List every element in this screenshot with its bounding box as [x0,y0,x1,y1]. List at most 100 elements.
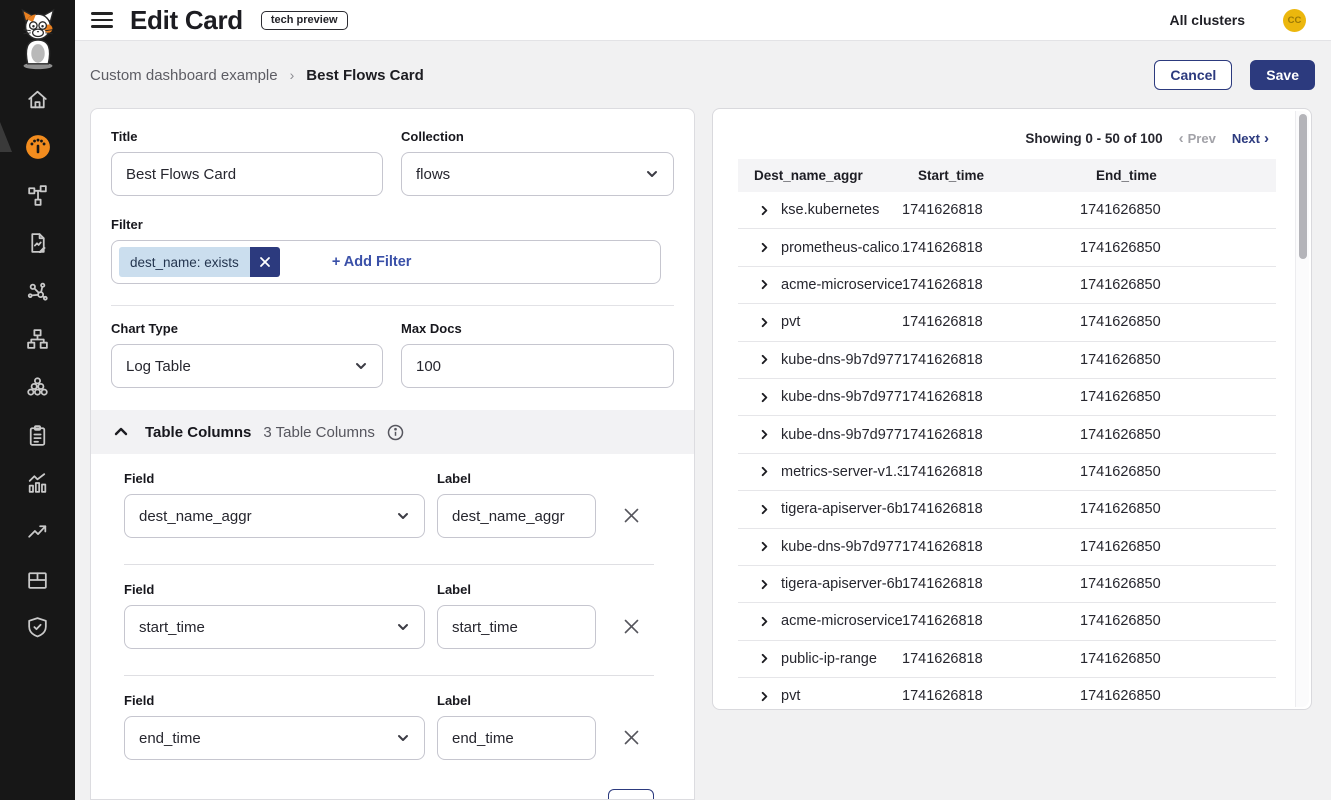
package-box-icon[interactable] [25,566,51,592]
table-row: kube-dns-9b7d977f…17416268181741626850 [738,379,1276,416]
clipboard-icon[interactable] [25,422,51,448]
filter-chip-remove-icon[interactable] [250,247,280,277]
title-label: Title [111,129,383,144]
report-edit-icon[interactable] [25,230,51,256]
hamburger-menu-icon[interactable] [91,12,113,27]
divider [124,675,654,676]
row-expand-icon[interactable] [759,579,770,590]
info-icon[interactable] [387,424,404,441]
label-input[interactable] [437,605,596,649]
dest-name-cell: kube-dns-9b7d977f… [781,427,902,443]
row-expand-icon[interactable] [759,541,770,552]
chart-type-select[interactable]: Log Table [111,344,383,388]
end-time-cell: 1741626850 [1080,651,1276,667]
shield-check-icon[interactable] [25,614,51,640]
field-value: dest_name_aggr [139,508,252,525]
field-select[interactable]: start_time [124,605,425,649]
chevron-right-icon: › [1264,131,1269,146]
column-header-start-time: Start_time [918,168,1096,183]
table-row: kube-dns-9b7d977f…17416268181741626850 [738,342,1276,379]
hierarchy-icon[interactable] [25,326,51,352]
add-column-button[interactable]: + [608,789,654,800]
title-input[interactable] [111,152,383,196]
column-config-row: Field start_time Label [124,582,654,649]
chevron-down-icon [396,509,410,523]
row-expand-icon[interactable] [759,616,770,627]
remove-column-icon[interactable] [619,614,644,639]
table-columns-section-header[interactable]: Table Columns 3 Table Columns [91,410,694,454]
table-columns-count: 3 Table Columns [263,424,374,441]
table-row: acme-microservice…17416268181741626850 [738,603,1276,640]
row-expand-icon[interactable] [759,466,770,477]
save-button[interactable]: Save [1250,60,1315,90]
home-icon[interactable] [25,86,51,112]
field-select[interactable]: end_time [124,716,425,760]
table-row: prometheus-calico…17416268181741626850 [738,229,1276,266]
cluster-circles-icon[interactable] [25,374,51,400]
chevron-down-icon [396,620,410,634]
chart-type-label: Chart Type [111,321,383,336]
row-expand-icon[interactable] [759,279,770,290]
breadcrumb-parent[interactable]: Custom dashboard example [90,67,278,84]
divider [111,305,674,306]
dest-name-cell: metrics-server-v1.3… [781,464,902,480]
preview-table-body: kse.kubernetes17416268181741626850promet… [738,192,1276,709]
field-select[interactable]: dest_name_aggr [124,494,425,538]
add-filter-button[interactable]: + Add Filter [332,254,412,270]
label-input[interactable] [437,716,596,760]
start-time-cell: 1741626818 [902,464,1080,480]
table-row: pvt17416268181741626850 [738,304,1276,341]
sidebar-nav [25,86,51,640]
start-time-cell: 1741626818 [902,240,1080,256]
field-label: Field [124,693,425,708]
statistics-icon[interactable] [25,470,51,496]
topbar: Edit Card tech preview All clusters CC [75,0,1331,41]
scrollbar-track[interactable] [1295,111,1309,707]
avatar[interactable]: CC [1283,9,1306,32]
scrollbar-thumb[interactable] [1299,114,1307,259]
remove-column-icon[interactable] [619,725,644,750]
chevron-up-icon[interactable] [113,424,129,440]
trend-icon[interactable] [25,518,51,544]
chevron-down-icon [396,731,410,745]
row-expand-icon[interactable] [759,653,770,664]
collection-value: flows [416,166,450,183]
table-row: kube-dns-9b7d977f…17416268181741626850 [738,529,1276,566]
dest-name-cell: tigera-apiserver-6b… [781,501,902,517]
dest-name-cell: kube-dns-9b7d977f… [781,389,902,405]
collection-select[interactable]: flows [401,152,674,196]
column-config-row: Field end_time Label [124,693,654,760]
divider [124,564,654,565]
table-header-row: Dest_name_aggr Start_time End_time [738,159,1276,192]
label-input[interactable] [437,494,596,538]
end-time-cell: 1741626850 [1080,202,1276,218]
max-docs-input[interactable] [401,344,674,388]
prev-page-button[interactable]: ‹ Prev [1179,131,1216,146]
table-row: tigera-apiserver-6b…17416268181741626850 [738,491,1276,528]
chevron-down-icon [645,167,659,181]
filter-label: Filter [111,217,674,232]
dashboard-gauge-icon[interactable] [25,134,51,160]
cancel-button[interactable]: Cancel [1154,60,1232,90]
field-label: Field [124,471,425,486]
cluster-selector[interactable]: All clusters [1170,12,1245,28]
start-time-cell: 1741626818 [902,501,1080,517]
remove-column-icon[interactable] [619,503,644,528]
service-graph-icon[interactable] [25,278,51,304]
next-page-button[interactable]: Next › [1232,131,1269,146]
network-topology-icon[interactable] [25,182,51,208]
row-expand-icon[interactable] [759,205,770,216]
row-expand-icon[interactable] [759,354,770,365]
row-expand-icon[interactable] [759,242,770,253]
row-expand-icon[interactable] [759,429,770,440]
row-expand-icon[interactable] [759,504,770,515]
calico-logo[interactable] [12,8,64,70]
row-expand-icon[interactable] [759,317,770,328]
sidebar [0,0,75,800]
row-expand-icon[interactable] [759,691,770,702]
filter-chip: dest_name: exists [119,247,280,277]
row-expand-icon[interactable] [759,392,770,403]
filter-box[interactable]: dest_name: exists + Add Filter [111,240,661,284]
start-time-cell: 1741626818 [902,539,1080,555]
start-time-cell: 1741626818 [902,277,1080,293]
